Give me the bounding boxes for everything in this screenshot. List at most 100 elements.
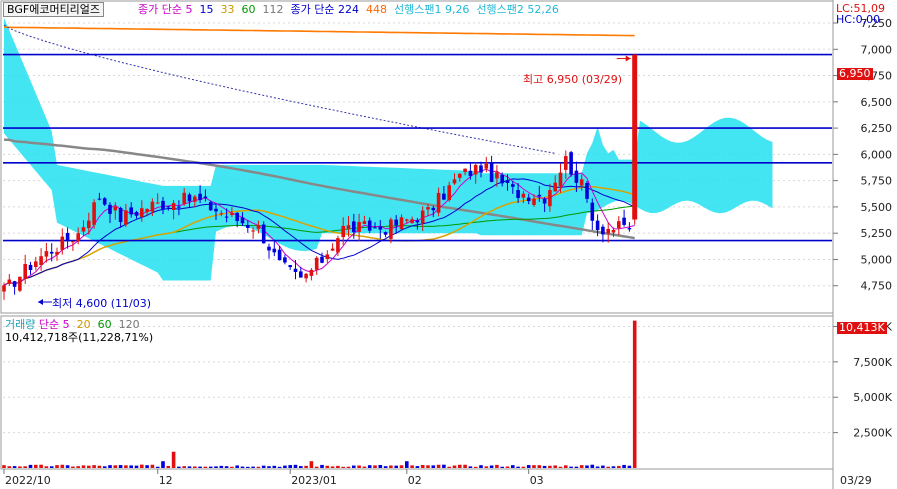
volume-bar [304,465,308,468]
candle-body [352,221,356,233]
candle-body [288,265,292,268]
volume-bar [569,466,573,468]
candle-body [49,251,54,254]
volume-bar [458,464,462,468]
volume-bar [405,461,409,468]
volume-bar [585,465,589,468]
volume-bar [595,466,600,468]
ma-period-15: 15 [199,3,214,16]
price-tick-label: 6,250 [861,122,893,135]
price-tick-label: 7,000 [861,43,893,56]
low-annotation: 최저 4,600 (11/03) [52,297,152,310]
candle-body [65,232,70,242]
candle-body [177,206,181,208]
candle-body [23,263,27,279]
candle-body [500,174,504,184]
volume-tick-label: 7,500K [853,356,892,369]
candle-body [436,192,441,213]
candle-body [299,271,303,278]
candle-body [463,168,467,173]
candle-body [410,219,414,224]
volume-bar [632,320,637,468]
candle-body [155,202,160,204]
candle-body [193,196,197,202]
candle-body [542,198,547,204]
candle-body [145,209,149,213]
volume-bar [34,464,38,468]
volume-bar [145,465,149,468]
candle-body [304,273,308,279]
volume-bar [23,466,27,468]
candle-body [595,220,600,231]
volume-bar [627,465,632,468]
candle-body [161,200,165,210]
volume-bar [140,464,144,468]
volume-bar [161,461,165,468]
candle-body [314,257,319,270]
candle-body [420,210,425,224]
volume-bar [193,466,197,468]
candle-body [134,212,139,216]
candle-body [585,182,589,199]
candle-body [447,185,451,201]
stock-chart[interactable]: 7,2507,0006,7506,5006,2506,0005,7505,500… [0,0,897,489]
volume-legend: 거래량 단순 5 20 60 120 [5,318,140,331]
volume-bar [601,465,605,468]
volume-bar [277,466,282,468]
volume-bar [336,465,340,468]
volume-bar [108,465,112,468]
volume-bar [410,465,414,468]
candle-body [44,251,49,257]
span1-label: 선행스팬1 9,26 [393,3,470,16]
candle-body [442,193,446,200]
volume-bar [187,466,192,468]
candle-body [224,216,229,218]
candle-body [564,156,568,170]
price-tick-label: 5,750 [861,175,893,188]
volume-bar [113,465,118,468]
volume-bar [548,465,552,468]
candle-body [627,228,632,230]
volume-bar [431,465,436,468]
volume-ma-60: 60 [97,318,112,331]
volume-bar [49,466,54,468]
candle-body [458,173,462,178]
candle-body [92,202,96,225]
volume-bar [617,466,621,468]
volume-label: 거래량 [5,318,36,331]
candle-body [235,212,239,221]
volume-bar [124,465,128,468]
volume-bar [526,465,531,468]
candle-body [187,194,192,202]
candle-body [214,208,218,212]
volume-bar [373,465,377,468]
candle-body [505,180,510,183]
volume-bar [532,465,536,468]
volume-bar [521,466,526,468]
candle-body [532,198,536,205]
candle-body [516,190,520,198]
candle-body [473,164,478,175]
candle-body [277,249,282,261]
volume-bar [283,465,287,468]
candle-body [357,221,361,232]
candle-body [617,221,621,229]
candle-body [526,197,531,202]
volume-bar [251,466,255,468]
price-tick-label: 6,500 [861,96,893,109]
candle-body [76,233,80,242]
ma-period-5: 5 [185,3,193,16]
volume-bar [484,466,489,468]
volume-bar [505,466,510,468]
candle-body [489,162,494,182]
candle-body [579,179,584,186]
volume-bar [198,466,202,468]
candle-body [97,198,102,200]
stock-name-label[interactable]: BGF에코머티리얼즈 [3,2,105,17]
volume-bar [39,464,43,468]
volume-bar [399,465,404,468]
volume-bar [65,465,70,468]
candle-body [484,163,489,169]
volume-bar [473,466,478,468]
candle-body [129,207,133,215]
